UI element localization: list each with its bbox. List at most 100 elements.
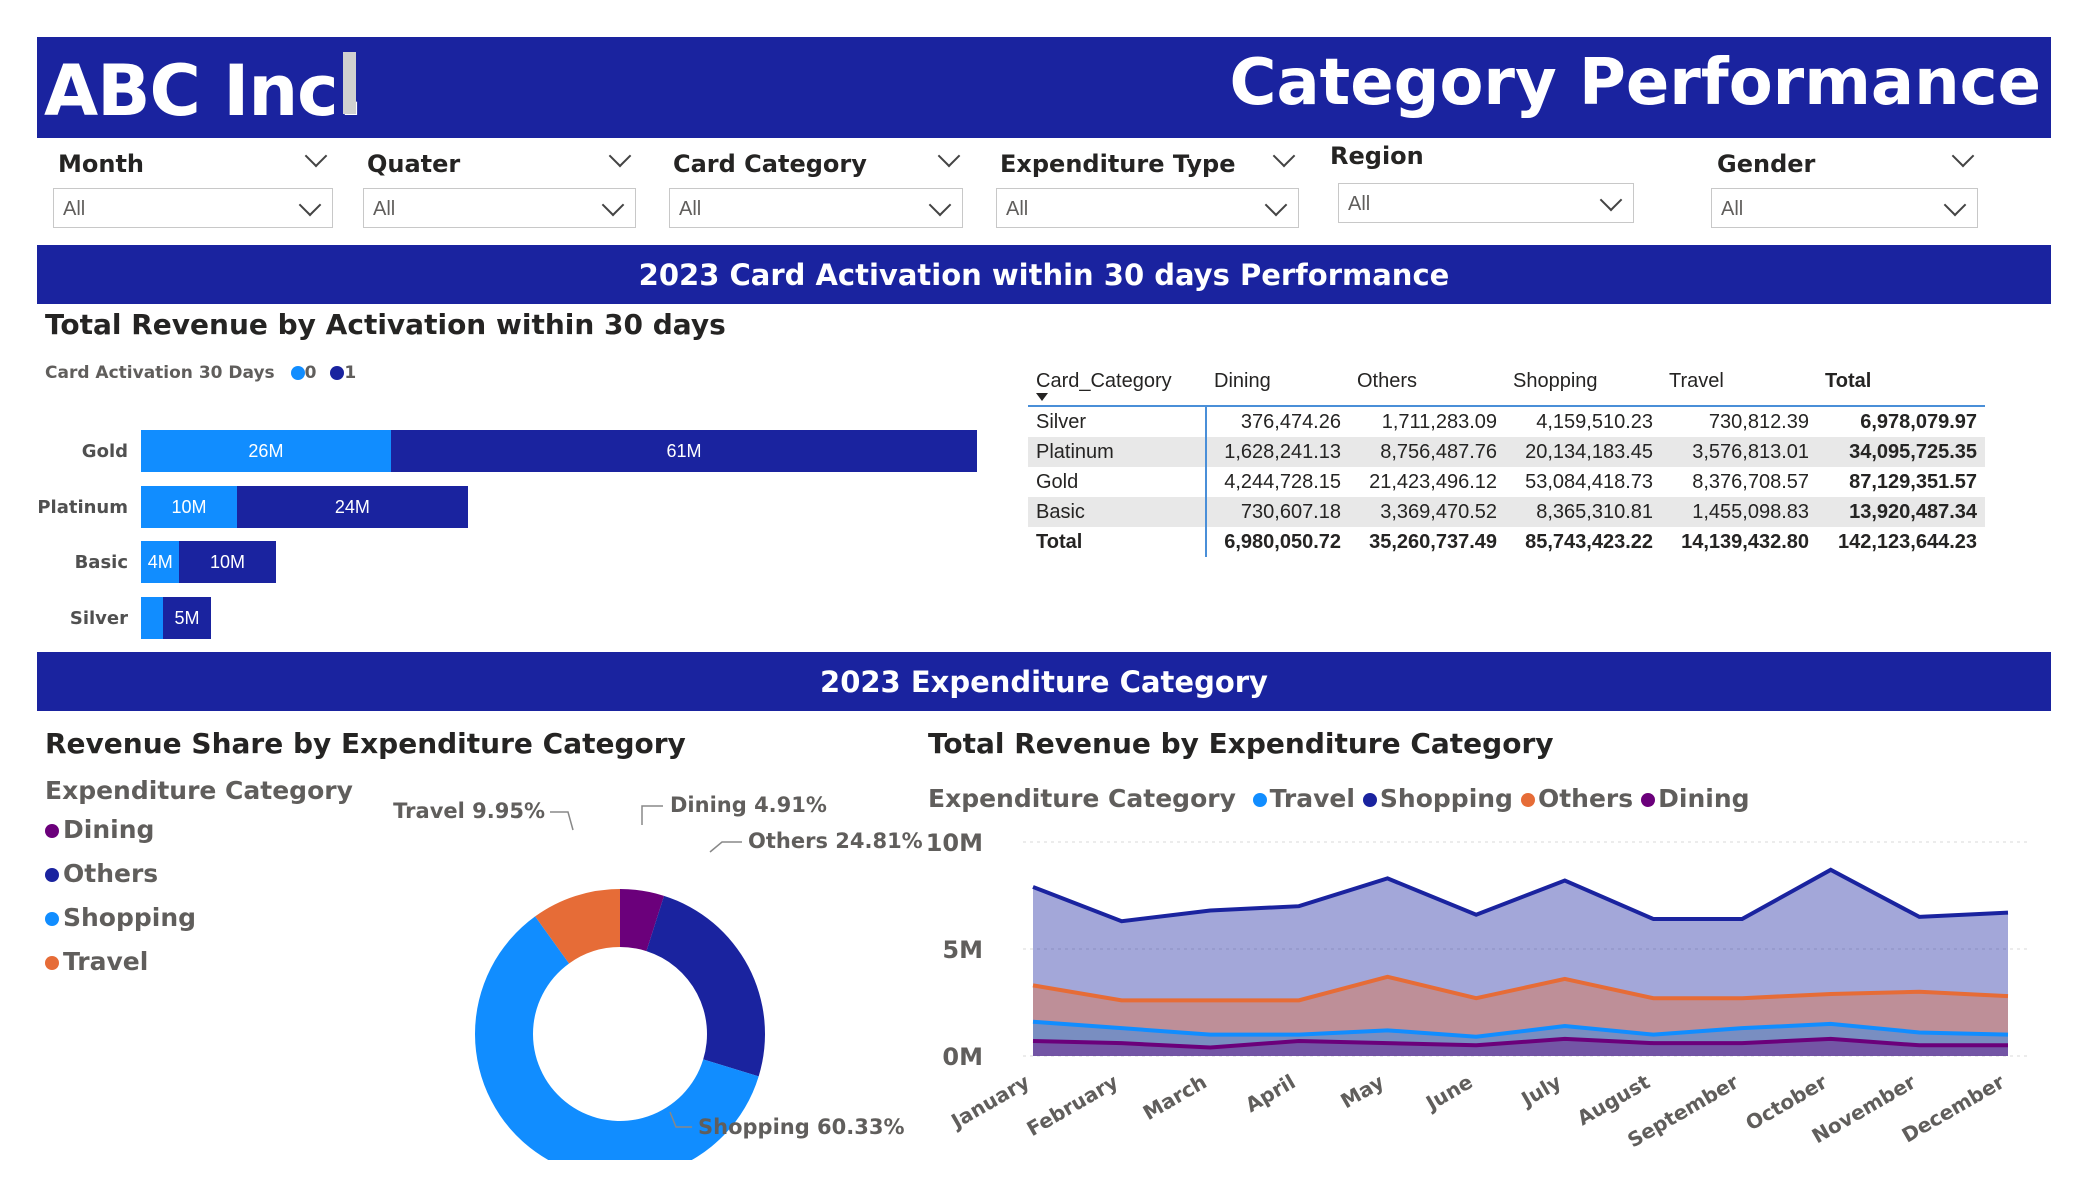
donut-slice-others[interactable] <box>646 895 765 1077</box>
donut-legend-item[interactable]: Others <box>45 859 158 888</box>
legend-dot-1 <box>330 366 345 380</box>
filter-dropdown-quater[interactable]: All <box>363 188 636 228</box>
collapse-chevron-icon[interactable] <box>304 144 328 168</box>
filter-dropdown-card-category[interactable]: All <box>669 188 963 228</box>
legend-label: Others <box>1537 784 1634 813</box>
area-legend-item[interactable]: Others <box>1520 784 1634 813</box>
filter-label-quater: Quater <box>367 150 461 178</box>
total-cell: 142,123,644.23 <box>1837 530 1977 553</box>
bar-segment-platinum-0[interactable]: 10M <box>141 486 238 528</box>
legend-label-1: 1 <box>344 363 357 383</box>
table-row[interactable]: Basic 730,607.18 3,369,470.52 8,365,310.81 1… <box>1028 497 1985 527</box>
bar-category-label: Silver <box>69 608 128 629</box>
legend-label-0: 0 <box>304 363 317 383</box>
total-cell: 85,743,423.22 <box>1525 530 1653 553</box>
row-header: Gold <box>1028 467 1207 497</box>
donut-data-label-shopping: Shopping 60.33% <box>698 1115 905 1139</box>
matrix-header-others[interactable]: Others <box>1349 370 1505 406</box>
matrix-header-shopping[interactable]: Shopping <box>1505 370 1661 406</box>
table-cell: 730,812.39 <box>1708 410 1809 433</box>
donut-data-label-travel: Travel 9.95% <box>393 799 545 823</box>
legend-dot <box>45 912 59 926</box>
bar-category-label: Basic <box>74 552 128 573</box>
table-row[interactable]: Silver 376,474.26 1,711,283.09 4,159,510.23… <box>1028 406 1985 437</box>
table-total-row: Total 6,980,050.72 35,260,737.49 85,743,423… <box>1028 527 1985 557</box>
filter-value: All <box>373 198 396 220</box>
table-row[interactable]: Platinum 1,628,241.13 8,756,487.76 20,134,1… <box>1028 437 1985 467</box>
y-tick-label: 10M <box>928 829 983 857</box>
donut-legend-item[interactable]: Travel <box>45 947 148 976</box>
table-cell: 3,576,813.01 <box>1661 437 1817 467</box>
chevron-down-icon <box>1264 193 1288 217</box>
y-tick-label: 0M <box>942 1043 983 1071</box>
donut-legend-item[interactable]: Dining <box>45 815 154 844</box>
row-header: Platinum <box>1028 437 1207 467</box>
bar-segment-silver-1[interactable]: 5M <box>163 597 212 639</box>
bar-segment-silver-0[interactable] <box>141 597 163 639</box>
company-logo: ABC Inc. <box>44 50 364 132</box>
collapse-chevron-icon[interactable] <box>1272 144 1296 168</box>
collapse-chevron-icon[interactable] <box>937 144 961 168</box>
chevron-down-icon <box>298 193 322 217</box>
collapse-chevron-icon[interactable] <box>1951 144 1975 168</box>
donut-legend-title: Expenditure Category <box>45 776 353 805</box>
collapse-chevron-icon[interactable] <box>608 144 632 168</box>
table-cell: 3,369,470.52 <box>1349 497 1505 527</box>
filter-value: All <box>1348 193 1371 215</box>
page-title: Category Performance <box>1229 46 2041 120</box>
x-tick-label: April <box>1241 1070 1299 1117</box>
bar-segment-gold-0[interactable]: 26M <box>141 430 391 472</box>
bar-segment-basic-0[interactable]: 4M <box>141 541 180 583</box>
legend-dot <box>1641 793 1656 807</box>
area-legend-item[interactable]: Travel <box>1252 784 1355 813</box>
filter-dropdown-region[interactable]: All <box>1338 183 1634 223</box>
legend-label: Shopping <box>1379 784 1513 813</box>
chevron-down-icon <box>928 193 952 217</box>
revenue-matrix-table: Card_Category Dining Others Shopping Tra… <box>1028 370 1985 557</box>
revenue-area-chart: 10M 5M 0MJanuaryFebruary March April May June J… <box>928 829 2028 1150</box>
filter-dropdown-month[interactable]: All <box>53 188 333 228</box>
total-cell: 14,139,432.80 <box>1681 530 1809 553</box>
section-band-activation: 2023 Card Activation within 30 days Perf… <box>37 245 2051 304</box>
row-header: Basic <box>1028 497 1207 527</box>
x-tick-label: July <box>1516 1070 1566 1113</box>
matrix-header-dining[interactable]: Dining <box>1206 370 1349 406</box>
legend-dot <box>1520 793 1535 807</box>
bar-segment-basic-1[interactable]: 10M <box>179 541 276 583</box>
area-legend: Expenditure Category Travel Shopping Other… <box>928 784 1750 813</box>
area-legend-item[interactable]: Shopping <box>1362 784 1513 813</box>
filter-label-month: Month <box>58 150 145 178</box>
row-header: Total <box>1028 527 1207 557</box>
y-tick-label: 5M <box>942 936 983 964</box>
table-cell: 8,376,708.57 <box>1692 470 1809 493</box>
legend-label: Dining <box>1658 784 1750 813</box>
donut-leader-line <box>709 841 742 853</box>
legend-label: Shopping <box>63 903 197 932</box>
table-cell: 4,159,510.23 <box>1536 410 1653 433</box>
x-tick-label: March <box>1139 1070 1211 1125</box>
chevron-down-icon <box>1943 193 1967 217</box>
table-row[interactable]: Gold 4,244,728.15 21,423,496.12 53,084,418.… <box>1028 467 1985 497</box>
legend-dot <box>45 868 59 882</box>
filter-value: All <box>679 198 702 220</box>
filter-value: All <box>1006 198 1029 220</box>
matrix-header-travel[interactable]: Travel <box>1661 370 1817 406</box>
filter-label-gender: Gender <box>1717 150 1816 178</box>
logo-divider <box>343 52 356 114</box>
chevron-down-icon <box>601 193 625 217</box>
donut-legend-item[interactable]: Shopping <box>45 903 196 932</box>
bar-segment-gold-1[interactable]: 61M <box>390 430 978 472</box>
x-tick-label: May <box>1336 1070 1388 1114</box>
legend-label: Others <box>63 859 159 888</box>
matrix-header-card-category[interactable]: Card_Category <box>1028 370 1206 406</box>
filter-dropdown-gender[interactable]: All <box>1711 188 1978 228</box>
matrix-header-total[interactable]: Total <box>1817 370 1985 406</box>
table-cell: 1,711,283.09 <box>1381 410 1497 433</box>
sort-desc-icon <box>1036 393 1048 401</box>
bar-category-label: Platinum <box>37 497 128 518</box>
area-legend-item[interactable]: Dining <box>1641 784 1750 813</box>
filter-dropdown-expenditure-type[interactable]: All <box>996 188 1299 228</box>
row-header: Silver <box>1028 406 1207 437</box>
bar-segment-platinum-1[interactable]: 24M <box>237 486 468 528</box>
donut-leader-line <box>550 811 574 831</box>
